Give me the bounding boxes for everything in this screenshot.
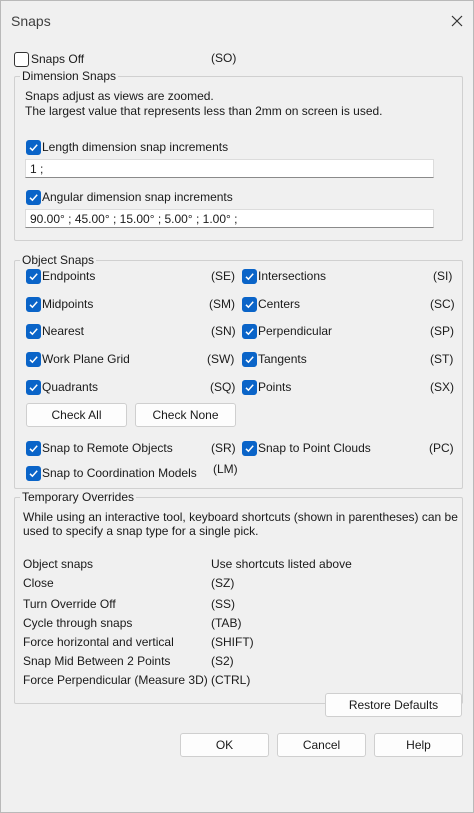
override-value-cycle: (TAB)	[211, 616, 242, 630]
override-label-object-snaps: Object snaps	[23, 557, 94, 571]
endpoints-label: Endpoints	[42, 269, 96, 283]
nearest-label: Nearest	[42, 324, 85, 338]
check-icon	[29, 273, 38, 281]
check-icon	[29, 445, 38, 453]
snaps-dialog: Snaps Snaps Off (SO) Dimension Snaps Sna…	[0, 0, 474, 813]
endpoints-checkbox[interactable]	[26, 269, 41, 284]
midpoints-label: Midpoints	[42, 297, 94, 311]
object-snaps-title: Object Snaps	[20, 253, 97, 267]
perpendicular-checkbox[interactable]	[242, 324, 257, 339]
close-icon	[451, 15, 463, 27]
check-icon	[245, 328, 254, 336]
midpoints-shortcut: (SM)	[209, 297, 235, 311]
check-icon	[245, 273, 254, 281]
nearest-shortcut: (SN)	[211, 324, 236, 338]
length-increments-checkbox[interactable]	[26, 140, 41, 155]
restore-defaults-button[interactable]: Restore Defaults	[325, 693, 462, 717]
work-plane-grid-checkbox[interactable]	[26, 352, 41, 367]
length-increments-input[interactable]: 1 ;	[25, 159, 434, 178]
tangents-label: Tangents	[258, 352, 307, 366]
check-icon	[245, 356, 254, 364]
quadrants-shortcut: (SQ)	[210, 380, 236, 394]
ok-button[interactable]: OK	[180, 733, 269, 757]
override-value-snap-mid: (S2)	[211, 654, 234, 668]
check-icon	[29, 194, 38, 202]
dimension-snaps-description-2: The largest value that represents less t…	[25, 104, 383, 118]
check-icon	[29, 470, 38, 478]
help-button[interactable]: Help	[374, 733, 463, 757]
angular-increments-label: Angular dimension snap increments	[42, 190, 233, 204]
quadrants-label: Quadrants	[42, 380, 99, 394]
check-icon	[29, 301, 38, 309]
intersections-checkbox[interactable]	[242, 269, 257, 284]
override-label-turn-off: Turn Override Off	[23, 597, 116, 611]
snaps-off-checkbox[interactable]	[14, 52, 29, 67]
snaps-off-label: Snaps Off	[31, 52, 85, 66]
override-value-object-snaps: Use shortcuts listed above	[211, 557, 352, 571]
points-shortcut: (SX)	[430, 380, 454, 394]
check-icon	[29, 356, 38, 364]
intersections-shortcut: (SI)	[433, 269, 453, 283]
temporary-overrides-description-1: While using an interactive tool, keyboar…	[23, 510, 458, 524]
override-value-force-hv: (SHIFT)	[211, 635, 254, 649]
override-label-force-hv: Force horizontal and vertical	[23, 635, 174, 649]
check-icon	[245, 445, 254, 453]
snaps-off-shortcut: (SO)	[211, 51, 237, 65]
dialog-title: Snaps	[11, 13, 51, 29]
points-checkbox[interactable]	[242, 380, 257, 395]
dimension-snaps-title: Dimension Snaps	[20, 69, 119, 83]
quadrants-checkbox[interactable]	[26, 380, 41, 395]
snap-remote-objects-checkbox[interactable]	[26, 441, 41, 456]
snap-point-clouds-shortcut: (PC)	[429, 441, 454, 455]
override-label-force-perp: Force Perpendicular (Measure 3D)	[23, 673, 208, 687]
endpoints-shortcut: (SE)	[211, 269, 235, 283]
check-icon	[245, 384, 254, 392]
tangents-checkbox[interactable]	[242, 352, 257, 367]
centers-checkbox[interactable]	[242, 297, 257, 312]
override-value-close: (SZ)	[211, 576, 235, 590]
snap-remote-objects-label: Snap to Remote Objects	[42, 441, 173, 455]
override-label-snap-mid: Snap Mid Between 2 Points	[23, 654, 171, 668]
snap-point-clouds-checkbox[interactable]	[242, 441, 257, 456]
snap-coordination-models-checkbox[interactable]	[26, 466, 41, 481]
points-label: Points	[258, 380, 292, 394]
check-icon	[29, 328, 38, 336]
centers-label: Centers	[258, 297, 301, 311]
check-icon	[29, 144, 38, 152]
angular-increments-checkbox[interactable]	[26, 190, 41, 205]
snap-coordination-models-label: Snap to Coordination Models	[42, 466, 197, 480]
angular-increments-input[interactable]: 90.00° ; 45.00° ; 15.00° ; 5.00° ; 1.00°…	[25, 209, 434, 228]
override-label-cycle: Cycle through snaps	[23, 616, 133, 630]
temporary-overrides-title: Temporary Overrides	[20, 490, 137, 504]
check-icon	[245, 301, 254, 309]
perpendicular-shortcut: (SP)	[430, 324, 454, 338]
snap-coordination-models-shortcut: (LM)	[213, 462, 238, 476]
override-label-close: Close	[23, 576, 54, 590]
override-value-turn-off: (SS)	[211, 597, 235, 611]
tangents-shortcut: (ST)	[430, 352, 454, 366]
perpendicular-label: Perpendicular	[258, 324, 333, 338]
check-icon	[29, 384, 38, 392]
centers-shortcut: (SC)	[430, 297, 455, 311]
snap-point-clouds-label: Snap to Point Clouds	[258, 441, 371, 455]
nearest-checkbox[interactable]	[26, 324, 41, 339]
dimension-snaps-description-1: Snaps adjust as views are zoomed.	[25, 89, 214, 103]
temporary-overrides-description-2: used to specify a snap type for a single…	[23, 524, 259, 538]
check-all-button[interactable]: Check All	[26, 403, 127, 427]
intersections-label: Intersections	[258, 269, 327, 283]
override-value-force-perp: (CTRL)	[211, 673, 251, 687]
close-button[interactable]	[445, 9, 469, 33]
midpoints-checkbox[interactable]	[26, 297, 41, 312]
check-none-button[interactable]: Check None	[135, 403, 236, 427]
snap-remote-objects-shortcut: (SR)	[211, 441, 236, 455]
length-increments-label: Length dimension snap increments	[42, 140, 229, 154]
work-plane-grid-label: Work Plane Grid	[42, 352, 130, 366]
cancel-button[interactable]: Cancel	[277, 733, 366, 757]
work-plane-grid-shortcut: (SW)	[207, 352, 235, 366]
